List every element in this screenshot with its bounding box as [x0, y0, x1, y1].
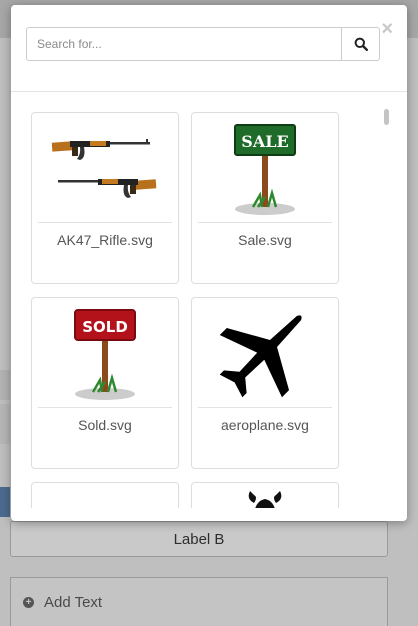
background-blue-edge [0, 487, 10, 517]
sold-sign-text: SOLD [82, 318, 128, 336]
file-card-sale[interactable]: SALE Sale.svg [191, 112, 339, 284]
sale-sign-image: SALE [192, 113, 338, 221]
background-edge [0, 370, 10, 400]
file-name: aeroplane.svg [221, 417, 309, 433]
sale-sign-text: SALE [241, 132, 288, 151]
close-icon[interactable]: × [381, 19, 393, 39]
airplane-icon [192, 298, 338, 406]
plus-circle-icon: + [23, 596, 34, 608]
file-name: AK47_Rifle.svg [57, 232, 153, 248]
add-text-label: Add Text [44, 593, 103, 611]
file-card-sold[interactable]: SOLD Sold.svg [31, 297, 179, 469]
file-grid: AK47_Rifle.svg SALE Sale.svg SOLD Sold.s… [11, 92, 407, 508]
label-b-button[interactable]: Label B [10, 521, 388, 557]
file-picker-modal: × Search for... AK47_Rifle.svg SALE Sale… [11, 5, 407, 521]
rifle-image [32, 113, 178, 221]
viking-helmet-image [192, 483, 338, 508]
file-card-5[interactable] [31, 482, 179, 508]
card-divider [198, 222, 332, 223]
empty-image [32, 483, 178, 508]
search-input[interactable] [26, 27, 342, 61]
search-bar [26, 27, 380, 61]
file-card-ak47[interactable]: AK47_Rifle.svg [31, 112, 179, 284]
card-divider [38, 407, 172, 408]
background-edge [0, 404, 10, 444]
file-card-6[interactable] [191, 482, 339, 508]
file-card-aeroplane[interactable]: aeroplane.svg [191, 297, 339, 469]
search-icon [354, 37, 368, 51]
card-divider [198, 407, 332, 408]
add-text-button[interactable]: + Add Text [10, 577, 388, 626]
file-name: Sold.svg [78, 417, 132, 433]
card-divider [38, 222, 172, 223]
file-name: Sale.svg [238, 232, 292, 248]
sold-sign-image: SOLD [32, 298, 178, 406]
search-button[interactable] [342, 27, 380, 61]
scrollbar-thumb[interactable] [384, 109, 389, 125]
